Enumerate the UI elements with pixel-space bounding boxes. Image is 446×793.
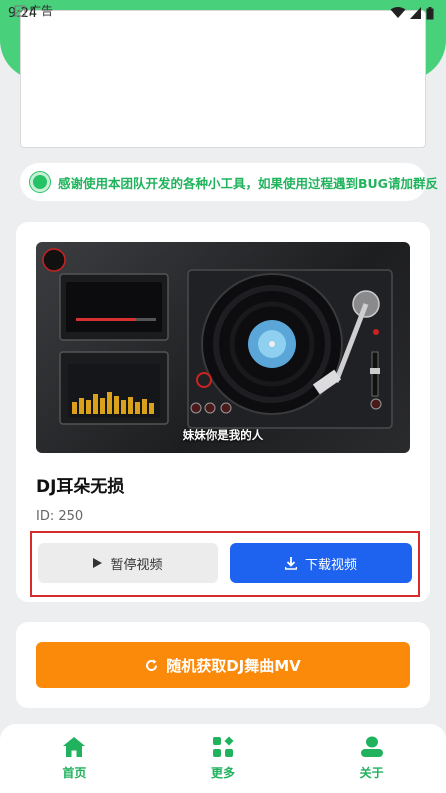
notice-bar: 感谢使用本团队开发的各种小工具，如果使用过程遇到BUG请加群反 xyxy=(20,163,438,201)
video-frame-thumbnail xyxy=(42,248,393,429)
notice-text: 感谢使用本团队开发的各种小工具，如果使用过程遇到BUG请加群反 xyxy=(58,175,438,191)
download-video-label: 下载视频 xyxy=(304,557,357,573)
ad-label-text: 广告 xyxy=(29,4,54,18)
bottom-nav: 首页 更多 关于 xyxy=(0,724,446,793)
wifi-icon xyxy=(390,7,406,18)
nav-item-more[interactable]: 更多 xyxy=(163,736,283,781)
nav-label-about: 关于 xyxy=(359,766,384,780)
pause-video-button[interactable]: 暂停视频 xyxy=(38,543,218,583)
home-icon xyxy=(63,737,86,757)
broken-image-icon xyxy=(14,5,26,16)
nav-label-more: 更多 xyxy=(210,766,235,780)
random-dj-label: 随机获取DJ舞曲MV xyxy=(166,656,301,675)
apps-icon xyxy=(212,736,234,757)
notice-dot-icon xyxy=(30,172,50,192)
person-icon xyxy=(360,736,383,757)
pause-video-label: 暂停视频 xyxy=(110,557,163,573)
random-dj-button[interactable]: 随机获取DJ舞曲MV xyxy=(36,642,410,688)
download-icon xyxy=(284,556,297,570)
download-video-button[interactable]: 下载视频 xyxy=(230,543,412,583)
status-bar: 9:24 xyxy=(0,0,446,26)
refresh-icon xyxy=(146,659,158,671)
status-icons xyxy=(390,6,434,20)
nav-item-home[interactable]: 首页 xyxy=(14,736,134,781)
ad-banner[interactable] xyxy=(20,10,426,148)
video-player[interactable]: 妹妹你是我的人 xyxy=(36,242,410,453)
play-icon xyxy=(93,558,103,568)
action-buttons-highlight: 暂停视频 下载视频 xyxy=(30,531,420,597)
battery-icon xyxy=(426,6,434,19)
signal-icon xyxy=(410,7,421,19)
video-id: ID: 250 xyxy=(36,509,84,524)
video-caption: 妹妹你是我的人 xyxy=(182,428,264,442)
nav-item-about[interactable]: 关于 xyxy=(312,736,432,781)
video-title: DJ耳朵无损 xyxy=(36,477,125,497)
nav-label-home: 首页 xyxy=(62,766,87,780)
video-card: 妹妹你是我的人 DJ耳朵无损 ID: 250 暂停视频 下载视频 xyxy=(16,222,430,602)
ad-label: 广告 xyxy=(14,2,53,19)
random-card: 随机获取DJ舞曲MV xyxy=(16,622,430,708)
